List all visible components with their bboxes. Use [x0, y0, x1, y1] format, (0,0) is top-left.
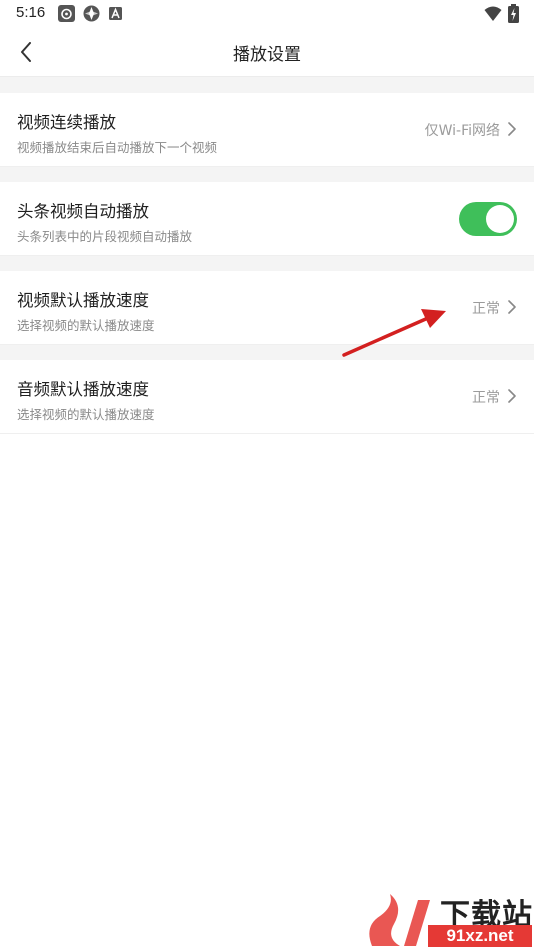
section-gap — [0, 77, 534, 93]
setting-row-audio-speed[interactable]: 音频默认播放速度 选择视频的默认播放速度 正常 — [0, 360, 534, 434]
battery-charging-icon — [508, 4, 519, 23]
setting-title: 音频默认播放速度 — [17, 380, 149, 399]
setting-title: 视频连续播放 — [17, 113, 116, 132]
setting-subtitle: 选择视频的默认播放速度 — [17, 318, 155, 333]
setting-title: 视频默认播放速度 — [17, 291, 149, 310]
setting-value: 正常 — [472, 301, 500, 317]
status-time: 5:16 — [16, 4, 46, 21]
section-gap — [0, 344, 534, 360]
setting-subtitle: 头条列表中的片段视频自动播放 — [17, 229, 193, 244]
setting-row-video-speed[interactable]: 视频默认播放速度 选择视频的默认播放速度 正常 — [0, 271, 534, 345]
aperture-icon — [83, 5, 100, 22]
wifi-icon — [484, 6, 502, 21]
chevron-right-icon — [508, 389, 516, 403]
setting-value: 仅Wi-Fi网络 — [424, 123, 500, 139]
section-gap — [0, 255, 534, 271]
a-icon — [109, 7, 122, 20]
toggle-knob — [486, 205, 514, 233]
autoplay-toggle[interactable] — [459, 202, 517, 236]
chevron-right-icon — [508, 300, 516, 314]
section-gap — [0, 166, 534, 182]
setting-subtitle: 视频播放结束后自动播放下一个视频 — [17, 140, 218, 155]
setting-row-headline-autoplay: 头条视频自动播放 头条列表中的片段视频自动播放 — [0, 182, 534, 256]
page-title: 播放设置 — [233, 45, 301, 65]
status-bar: 5:16 — [0, 0, 534, 28]
setting-title: 头条视频自动播放 — [17, 202, 149, 221]
app-bar: 播放设置 — [0, 28, 534, 77]
setting-row-continuous-play[interactable]: 视频连续播放 视频播放结束后自动播放下一个视频 仅Wi-Fi网络 — [0, 93, 534, 167]
chevron-right-icon — [508, 122, 516, 136]
setting-value: 正常 — [472, 390, 500, 406]
watermark-url: 91xz.net — [428, 925, 532, 947]
weibo-icon — [58, 5, 75, 22]
setting-subtitle: 选择视频的默认播放速度 — [17, 407, 155, 422]
